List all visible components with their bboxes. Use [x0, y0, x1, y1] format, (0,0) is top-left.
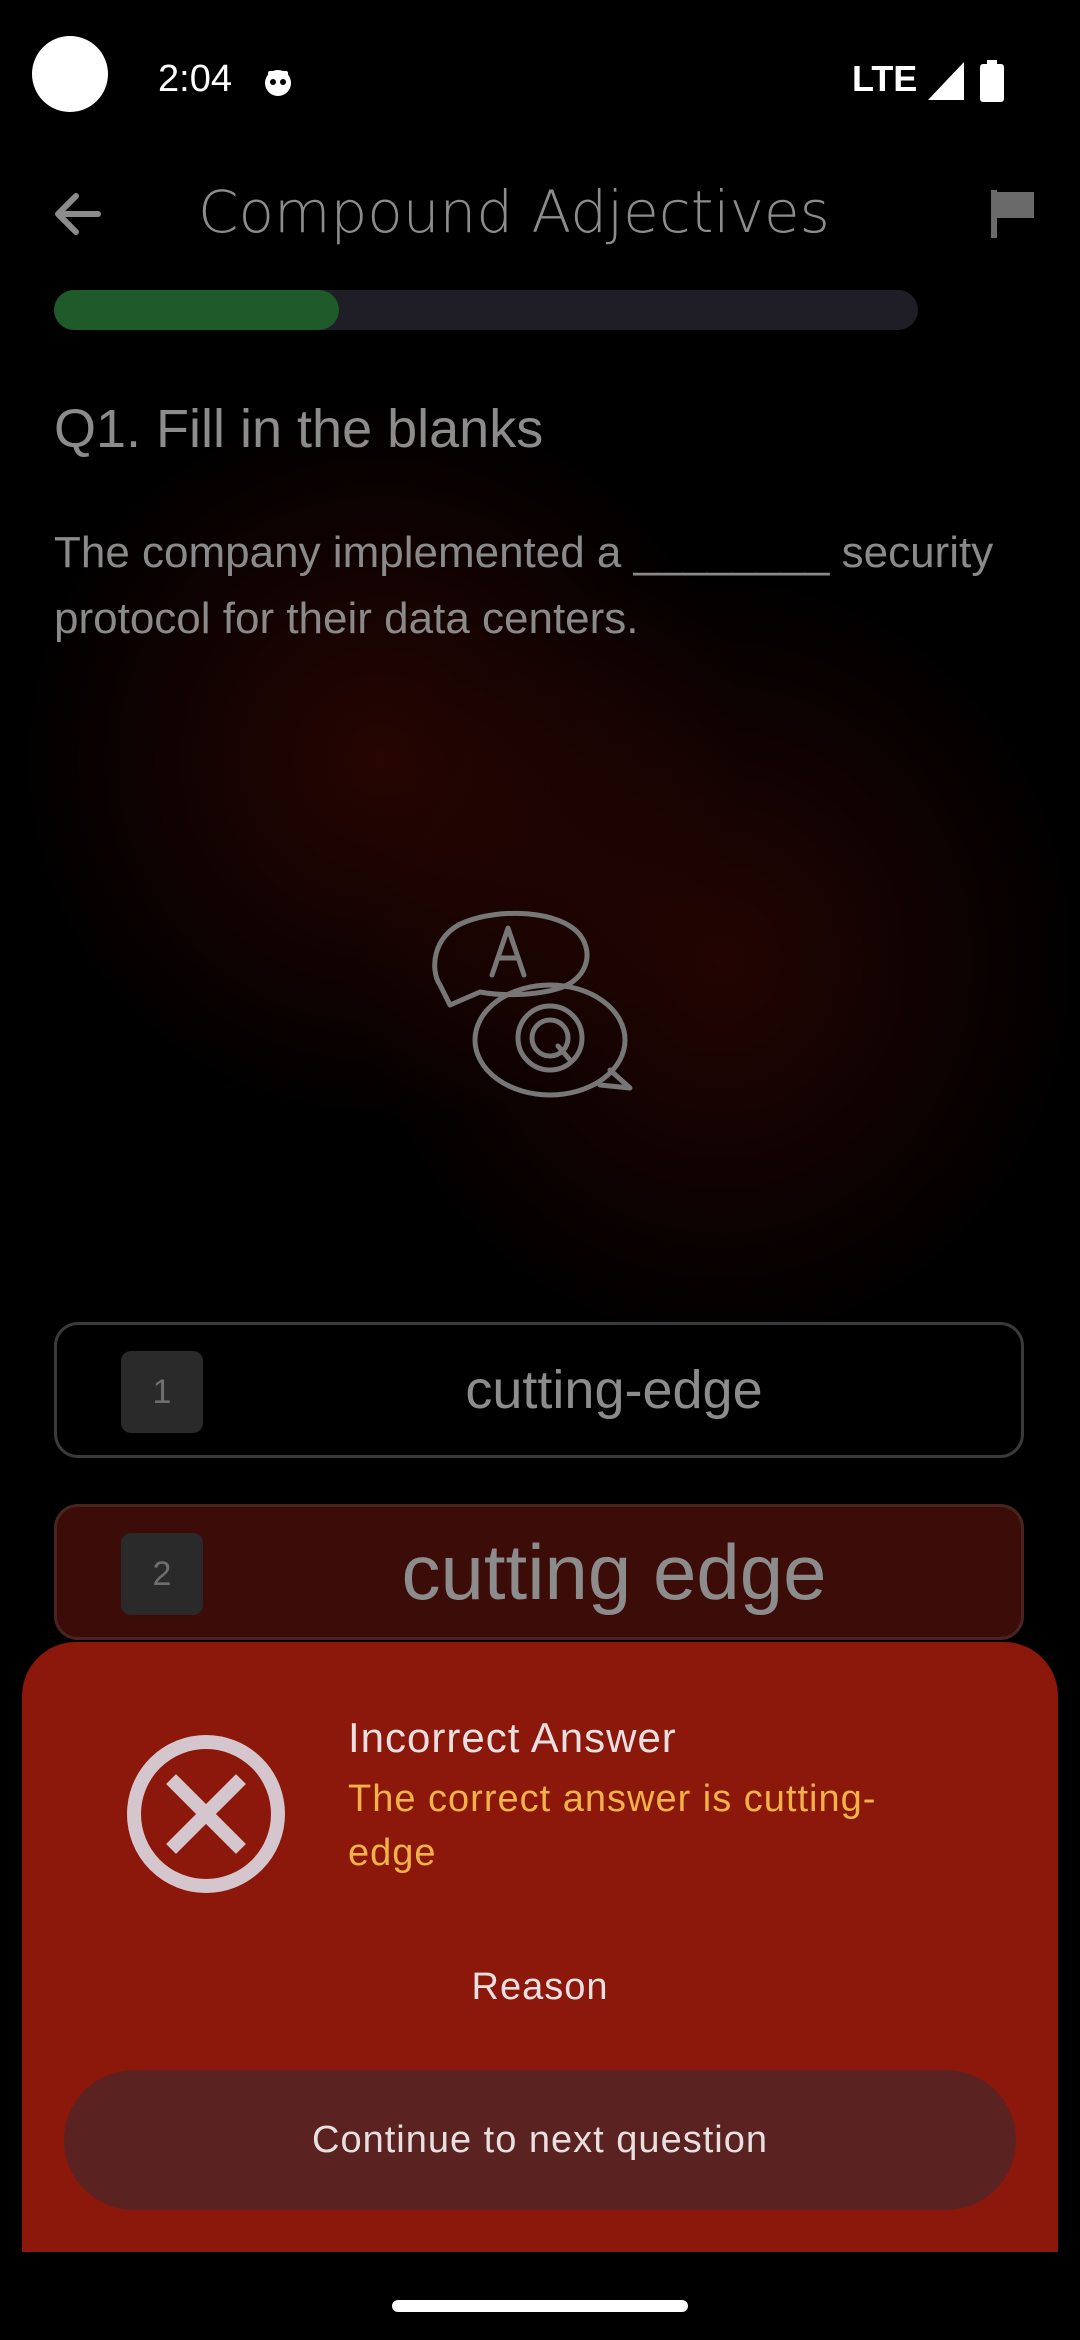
home-indicator[interactable]	[392, 2300, 688, 2312]
incorrect-x-icon	[127, 1735, 285, 1893]
continue-button[interactable]: Continue to next question	[64, 2070, 1016, 2210]
battery-icon	[980, 60, 1004, 102]
camera-cutout	[32, 36, 108, 112]
answer-option-2[interactable]: 2 cutting edge	[54, 1504, 1024, 1640]
status-bar: 2:04 LTE	[0, 0, 1080, 160]
quiz-progress-bar	[54, 290, 918, 330]
flag-icon[interactable]	[990, 188, 1038, 240]
network-type: LTE	[852, 58, 918, 99]
question-label: Q1. Fill in the blanks	[54, 399, 544, 459]
feedback-sheet: Incorrect Answer The correct answer is c…	[22, 1642, 1058, 2252]
question-answer-icon	[432, 910, 633, 1098]
feedback-correct-answer: The correct answer is cutting-edge	[348, 1778, 877, 1874]
signal-icon	[928, 62, 964, 100]
option-text: cutting edge	[401, 1528, 827, 1616]
option-number: 2	[121, 1533, 203, 1615]
back-arrow-icon[interactable]	[48, 184, 108, 244]
page-title: Compound Adjectives	[198, 178, 830, 246]
answer-option-1[interactable]: 1 cutting-edge	[54, 1322, 1024, 1458]
app-screen: 2:04 LTE Compound Adjectives Q1. Fill in…	[0, 0, 1080, 2340]
quiz-progress-fill	[54, 290, 340, 330]
feedback-title: Incorrect Answer	[348, 1714, 677, 1761]
option-number: 1	[121, 1351, 203, 1433]
status-time: 2:04	[158, 58, 232, 100]
option-text: cutting-edge	[465, 1360, 763, 1420]
question-text: The company implemented a ________ secur…	[54, 528, 994, 643]
reason-link[interactable]: Reason	[22, 1966, 1058, 2009]
notification-app-icon	[265, 70, 291, 96]
